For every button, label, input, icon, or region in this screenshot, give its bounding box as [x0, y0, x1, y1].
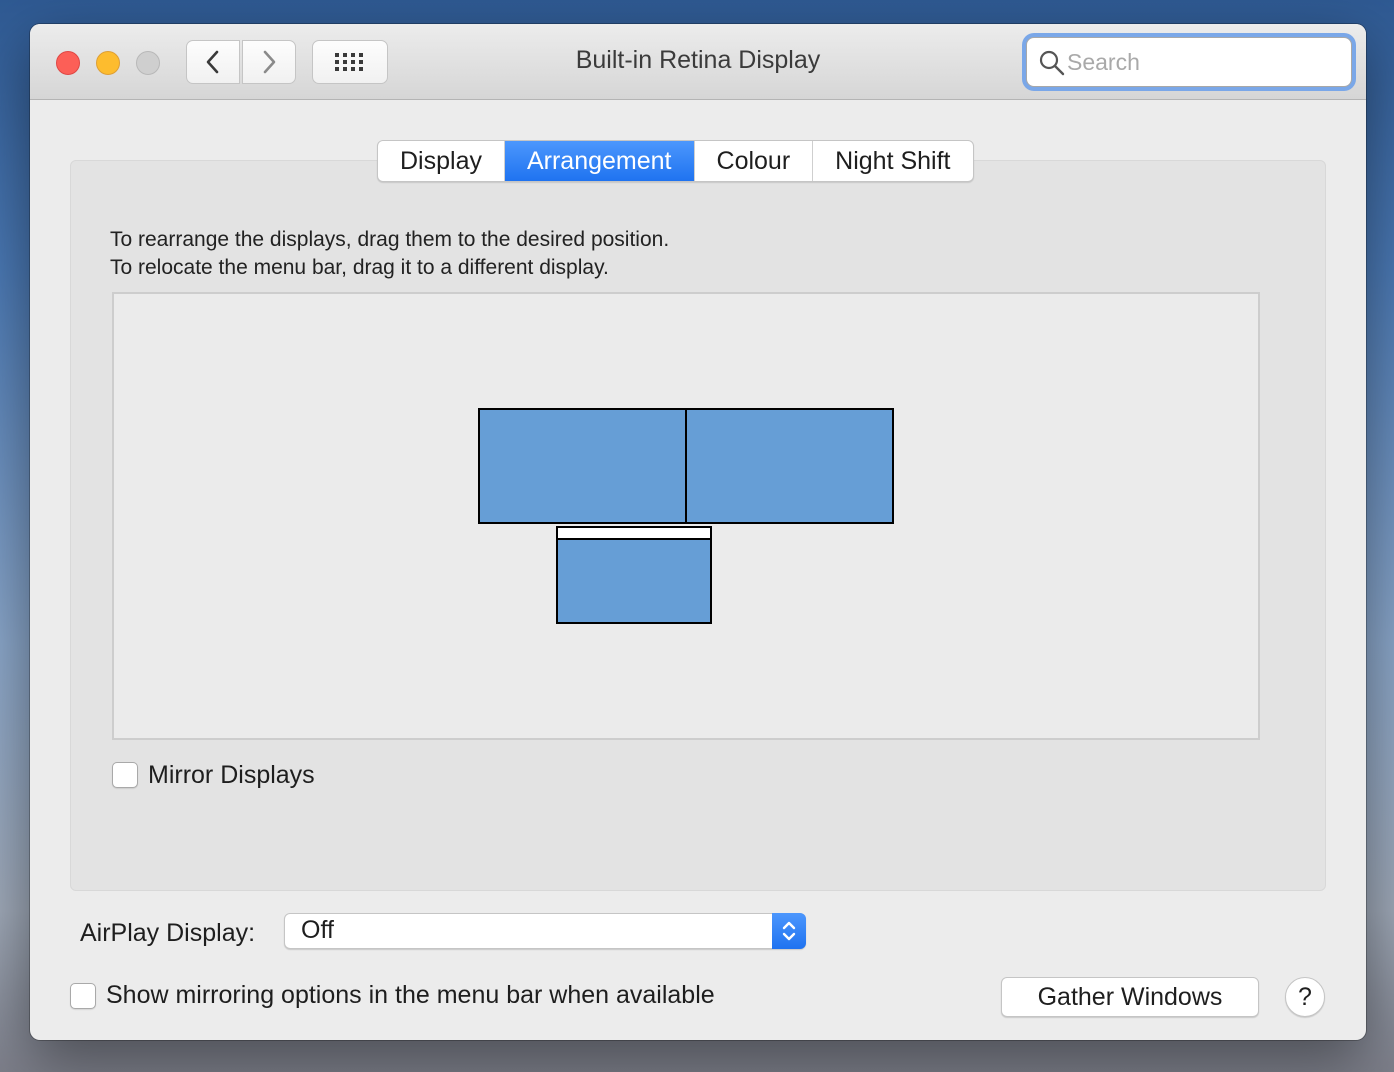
help-button[interactable]: ?: [1285, 977, 1325, 1017]
search-icon: [1039, 50, 1065, 76]
system-preferences-window: Built-in Retina Display Display Arrangem…: [30, 24, 1366, 1040]
instruction-line-2: To relocate the menu bar, drag it to a d…: [110, 256, 609, 279]
search-field[interactable]: [1026, 37, 1352, 87]
airplay-display-value: Off: [301, 916, 334, 944]
arrangement-instructions: To rearrange the displays, drag them to …: [110, 226, 669, 282]
mirror-displays-checkbox[interactable]: [112, 762, 138, 788]
tab-colour[interactable]: Colour: [695, 141, 814, 181]
gather-windows-button[interactable]: Gather Windows: [1001, 977, 1259, 1017]
tab-night-shift[interactable]: Night Shift: [813, 141, 972, 181]
show-mirroring-options-checkbox[interactable]: [70, 983, 96, 1009]
menu-bar-indicator[interactable]: [558, 528, 710, 540]
display-thumbnail-left[interactable]: [478, 408, 687, 524]
show-mirroring-options-label[interactable]: Show mirroring options in the menu bar w…: [106, 981, 715, 1010]
tab-display[interactable]: Display: [378, 141, 505, 181]
tab-bar: Display Arrangement Colour Night Shift: [377, 140, 974, 182]
instruction-line-1: To rearrange the displays, drag them to …: [110, 228, 670, 251]
display-arrangement-area: [112, 292, 1260, 740]
tab-arrangement[interactable]: Arrangement: [504, 141, 695, 181]
display-thumbnail-main[interactable]: [556, 526, 712, 624]
airplay-display-label: AirPlay Display:: [80, 919, 256, 947]
display-thumbnail-right[interactable]: [685, 408, 894, 524]
popup-arrows-icon: [772, 913, 806, 949]
airplay-display-popup[interactable]: Off: [284, 913, 806, 949]
title-bar: Built-in Retina Display: [30, 24, 1366, 100]
search-input[interactable]: [1067, 47, 1337, 77]
mirror-displays-label[interactable]: Mirror Displays: [148, 761, 315, 790]
